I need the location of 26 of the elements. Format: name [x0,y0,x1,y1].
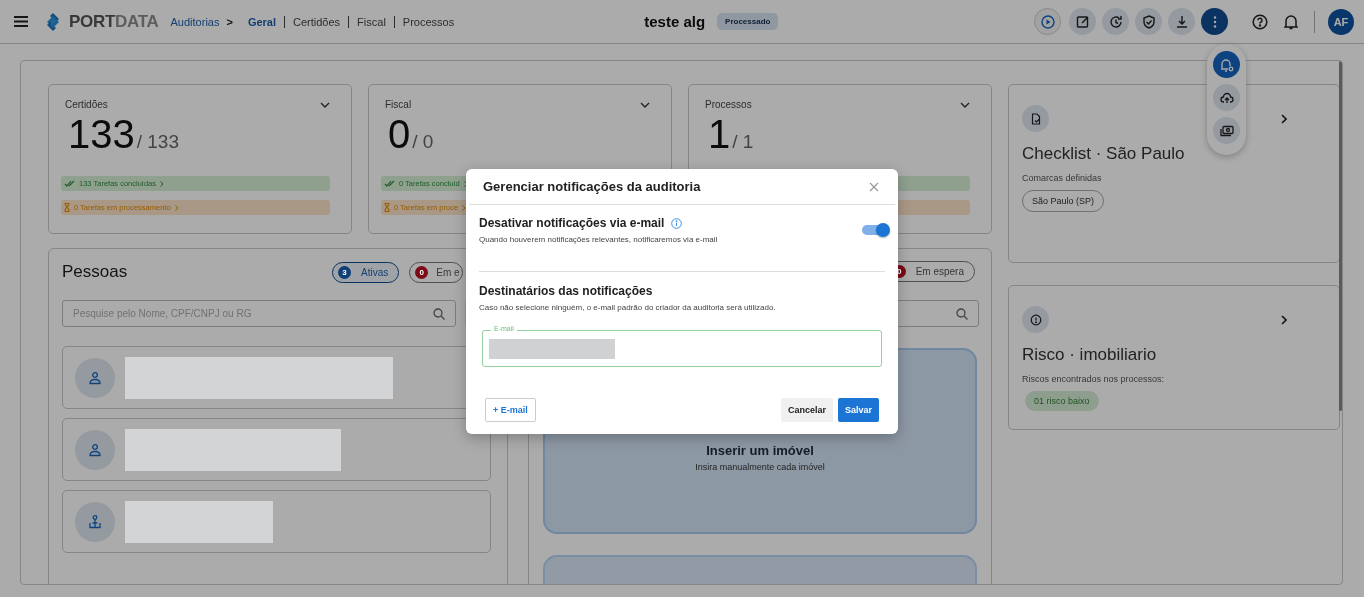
brand-name: PORTDATA [69,11,159,32]
count-dot: 0 [415,265,429,279]
count-value: 1 [708,112,731,157]
audit-title: teste alg [644,13,706,30]
card-title: Processos [705,99,752,110]
breadcrumb-separator: > [226,15,233,28]
count-total: / 133 [136,131,179,153]
tag: 01 risco baixo [1025,391,1099,411]
section-title: Pessoas [62,262,129,282]
card-title: Risco · imobiliario [1022,345,1158,365]
count-value: 0 [388,112,411,157]
count-total: / 1 [732,131,754,153]
count-total: / 0 [412,131,434,153]
setting-label: Desativar notificações via e-mail [479,216,665,230]
count-dot: 3 [338,265,351,279]
card-title: Checklist · São Paulo [1022,144,1186,164]
section-title: Destinatários das notificações [479,284,654,298]
dialog-title: Gerenciar notificações da auditoria [483,179,701,194]
card-title: Fiscal [385,99,412,110]
setting-hint: Quando houverem notificações relevantes, notificaremos via e-mail [479,235,718,244]
card-title: Certidões [65,99,108,110]
status-badge: Processado [717,13,779,30]
card-subtitle: Comarcas definidas [1022,173,1103,183]
card-subtitle: Riscos encontrados nos processos: [1022,374,1166,384]
count-value: 133 [68,112,135,157]
section-hint: Caso não selecione ninguém, o e-mail padrão do criador da auditoria será utilizado. [479,303,777,312]
